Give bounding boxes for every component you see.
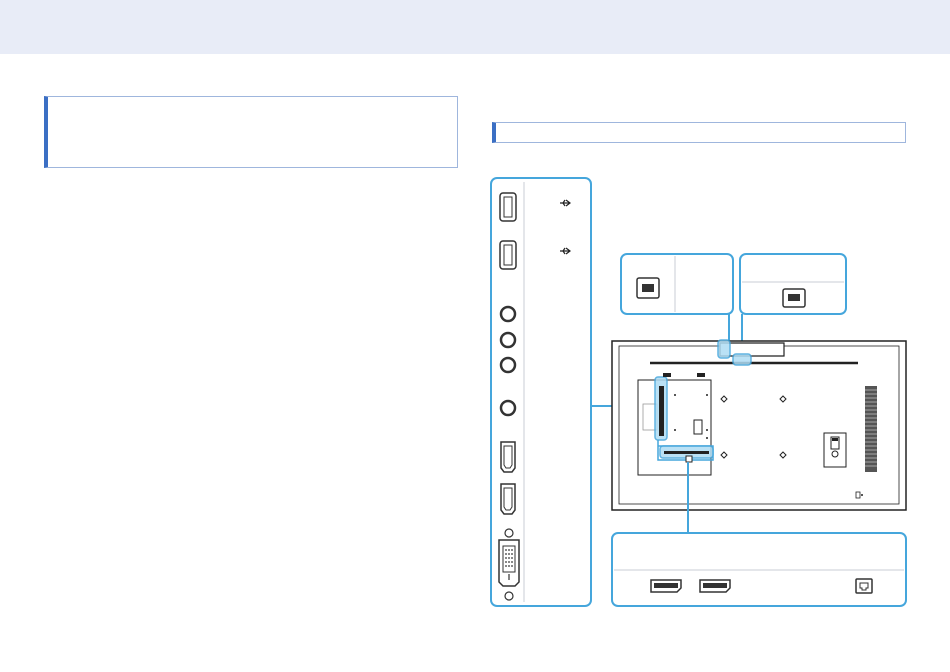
callout-usb-b-right — [739, 253, 847, 315]
callout-bottom-ports — [611, 532, 907, 607]
audio-jack — [499, 356, 517, 374]
monitor-rear-view — [611, 339, 907, 511]
displayport-port — [699, 579, 731, 593]
usb-a-port — [499, 192, 517, 222]
ethernet-port — [855, 578, 873, 594]
usb-b-port — [782, 288, 806, 308]
hdmi-port — [500, 441, 516, 473]
connector-diagram — [490, 177, 907, 607]
audio-jack — [499, 399, 517, 417]
side-connector-panel — [490, 177, 592, 607]
hdmi-port — [500, 483, 516, 515]
displayport-port — [650, 579, 682, 593]
audio-jack — [499, 305, 517, 323]
audio-jack — [499, 331, 517, 349]
callout-usb-b-left — [620, 253, 734, 315]
usb-a-port — [499, 240, 517, 270]
usb-b-port — [636, 277, 660, 299]
vent-grille — [865, 386, 877, 472]
